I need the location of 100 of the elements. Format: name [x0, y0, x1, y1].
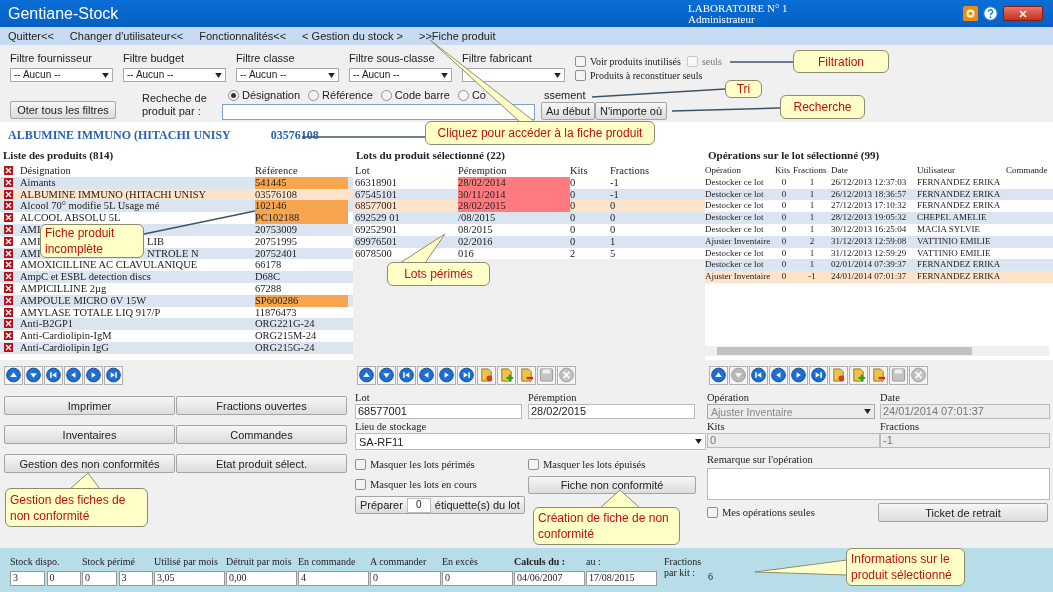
field-label: Opération — [707, 392, 750, 404]
remark-field[interactable] — [707, 468, 1050, 500]
action-button[interactable]: Gestion des non conformités — [4, 454, 175, 473]
toolbar-button[interactable] — [4, 365, 23, 385]
action-button[interactable]: Commandes — [176, 425, 347, 444]
table-cell-text: Destocker ce lot — [705, 188, 765, 201]
toolbar-button[interactable] — [829, 365, 848, 385]
radio-button[interactable] — [308, 89, 320, 101]
prepare-labels-button[interactable]: Préparer 0 étiquette(s) du lot — [355, 496, 525, 514]
nonconformity-button[interactable]: Fiche non conformité — [528, 476, 696, 494]
settings-icon[interactable] — [963, 6, 978, 21]
table-row[interactable]: Alcool 70° modifie 5L Usage mé 102146 — [0, 200, 353, 213]
toolbar-button[interactable] — [749, 365, 768, 385]
action-button[interactable]: Imprimer — [4, 396, 175, 415]
filter-dropdown[interactable]: -- Aucun -- — [349, 68, 452, 82]
stat-field[interactable]: 0 — [82, 571, 117, 586]
lot-field[interactable]: 68577001 — [355, 404, 522, 419]
radio-button[interactable] — [228, 89, 239, 101]
stat-field[interactable]: 3 — [10, 571, 45, 586]
toolbar-button[interactable] — [457, 365, 476, 385]
filter-dropdown[interactable] — [462, 68, 565, 82]
toolbar-button[interactable] — [517, 365, 536, 385]
filter-dropdown[interactable]: -- Aucun -- — [10, 68, 113, 82]
table-cell-text: Ajuster Inventaire — [705, 271, 772, 283]
column-header: Utilisateur — [917, 165, 956, 177]
toolbar-button[interactable] — [437, 365, 456, 385]
checkbox[interactable] — [575, 56, 586, 67]
action-button[interactable]: Etat produit sélect. — [176, 454, 347, 473]
toolbar-button[interactable] — [417, 365, 436, 385]
filter-label: Filtre budget — [123, 52, 186, 64]
table-row[interactable]: Destocker ce lot 0 1 02/01/2014 07:39:37 FERNANDEZ ERIKA — [705, 259, 1053, 272]
search-mode-button[interactable]: N'importe où — [595, 102, 668, 120]
column-header: Fractions — [793, 165, 828, 177]
toolbar-button[interactable] — [44, 365, 63, 385]
toolbar-button[interactable] — [849, 365, 868, 385]
toolbar-button[interactable] — [477, 365, 496, 385]
toolbar-button[interactable] — [809, 365, 828, 385]
toolbar-button[interactable] — [769, 365, 788, 385]
column-header: Kits — [775, 165, 791, 177]
radio-button[interactable] — [457, 89, 469, 101]
stat-label: Stock dispo. — [10, 556, 61, 567]
app-title: Gentiane-Stock — [7, 4, 120, 23]
menu-item[interactable]: Fonctionnalités<< — [199, 30, 287, 42]
clear-filters-button[interactable]: Oter tous les filtres — [10, 101, 116, 119]
action-button[interactable]: Inventaires — [4, 425, 175, 444]
checkbox[interactable] — [575, 70, 586, 81]
menu-item[interactable]: Changer d'utilisateur<< — [69, 30, 184, 42]
stat-field[interactable]: 3 — [118, 571, 153, 586]
stat-field[interactable]: 0 — [46, 571, 81, 586]
toolbar-button[interactable] — [869, 365, 888, 385]
stat-field[interactable]: 0 — [442, 571, 513, 586]
toolbar-button[interactable] — [709, 365, 728, 385]
stat-field[interactable]: 04/06/2007 — [514, 571, 585, 586]
checkbox[interactable] — [355, 459, 366, 470]
stat-field[interactable]: 4 — [298, 571, 369, 586]
toolbar-button[interactable] — [64, 365, 83, 385]
stat-field[interactable]: 0 — [370, 571, 441, 586]
toolbar-button[interactable] — [377, 365, 396, 385]
toolbar-button[interactable] — [84, 365, 103, 385]
count-field[interactable]: 0 — [406, 497, 431, 513]
expiry-field[interactable]: 28/02/2015 — [528, 404, 695, 419]
checkbox-label: Mes opérations seules — [722, 507, 815, 518]
stat-field[interactable]: 3,05 — [154, 571, 225, 586]
search-mode-button[interactable]: Au début — [541, 102, 596, 120]
storage-dropdown[interactable]: SA-RF11 — [355, 433, 706, 450]
table-cell-text: 20752401 — [255, 247, 298, 260]
checkbox[interactable] — [355, 479, 366, 490]
help-icon[interactable] — [983, 6, 998, 21]
stat-label: Fractions par kit : — [664, 556, 703, 580]
table-row[interactable]: Destocker ce lot 0 1 28/12/2013 19:05:32 CHEPEL AMELIE — [705, 212, 1053, 224]
cross-icon — [4, 260, 13, 270]
close-button[interactable] — [1003, 6, 1043, 21]
menu-item[interactable]: < Gestion du stock > — [302, 30, 403, 42]
search-field[interactable] — [222, 104, 535, 120]
table-row[interactable]: AmpC et ESBL detection discs D68C — [0, 271, 353, 283]
stat-label: En commande — [298, 556, 357, 567]
toolbar-button[interactable] — [104, 365, 123, 385]
stat-field[interactable]: 0,00 — [226, 571, 297, 586]
menu-item[interactable]: Quitter<< — [8, 30, 54, 42]
toolbar-button[interactable] — [789, 365, 808, 385]
toolbar-button[interactable] — [357, 365, 376, 385]
caret-icon — [328, 72, 335, 78]
table-row[interactable]: Anti-B2GP1 ORG221G-24 — [0, 318, 353, 331]
stat-field[interactable]: 17/08/2015 — [586, 571, 657, 586]
radio-button[interactable] — [380, 89, 392, 101]
menu-item[interactable]: >>Fiche produit — [419, 30, 496, 42]
filter-dropdown[interactable]: -- Aucun -- — [123, 68, 226, 82]
checkbox[interactable] — [528, 459, 539, 470]
filter-dropdown[interactable]: -- Aucun -- — [236, 68, 339, 82]
table-row[interactable]: Ajuster Inventaire 0 -1 24/01/2014 07:01:37 FERNANDEZ ERIKA — [705, 271, 1053, 283]
table-row[interactable]: 692529 01 /08/2015 0 0 — [353, 212, 705, 224]
cross-icon — [4, 189, 13, 199]
toolbar-button[interactable] — [497, 365, 516, 385]
toolbar-button[interactable] — [24, 365, 43, 385]
action-button[interactable]: Fractions ouvertes — [176, 396, 347, 415]
table-row[interactable]: Aimants 541445 — [0, 176, 353, 189]
field-label: Remarque sur l'opération — [707, 454, 814, 466]
table-row[interactable]: 68577001 28/02/2015 0 0 — [353, 200, 705, 213]
horizontal-scrollbar[interactable] — [705, 346, 1049, 356]
toolbar-button[interactable] — [397, 365, 416, 385]
